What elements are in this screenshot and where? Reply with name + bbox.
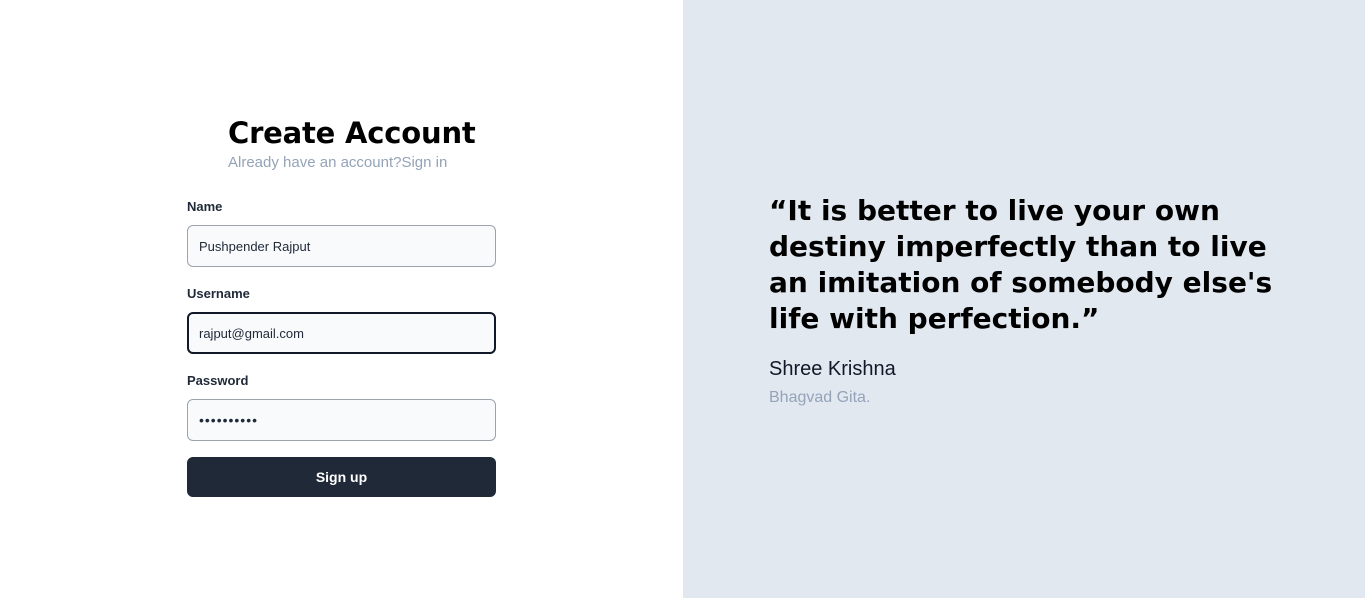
signup-button[interactable]: Sign up: [187, 457, 496, 497]
username-field[interactable]: [187, 312, 496, 354]
password-label: Password: [187, 373, 249, 388]
username-label: Username: [187, 286, 250, 301]
quote-block: “It is better to live your own destiny i…: [769, 193, 1309, 408]
page-title: Create Account: [228, 116, 476, 150]
quote-text: “It is better to live your own destiny i…: [769, 194, 1273, 335]
signin-prompt: Already have an account?Sign in: [228, 153, 476, 173]
signup-panel: Create Account Already have an account?S…: [0, 0, 683, 598]
password-field[interactable]: [187, 399, 496, 441]
quote-panel: “It is better to live your own destiny i…: [683, 0, 1365, 598]
signup-header: Create Account Already have an account?S…: [228, 114, 476, 173]
name-field[interactable]: [187, 225, 496, 267]
signin-link[interactable]: Sign in: [401, 154, 447, 171]
signup-page: Create Account Already have an account?S…: [0, 0, 1365, 598]
already-have-account-text: Already have an account?: [228, 154, 402, 171]
quote-author: Shree Krishna: [769, 358, 896, 380]
signup-form: Name Username Password Sign up: [187, 198, 496, 497]
quote-source: Bhagvad Gita.: [769, 389, 871, 406]
name-label: Name: [187, 199, 223, 214]
